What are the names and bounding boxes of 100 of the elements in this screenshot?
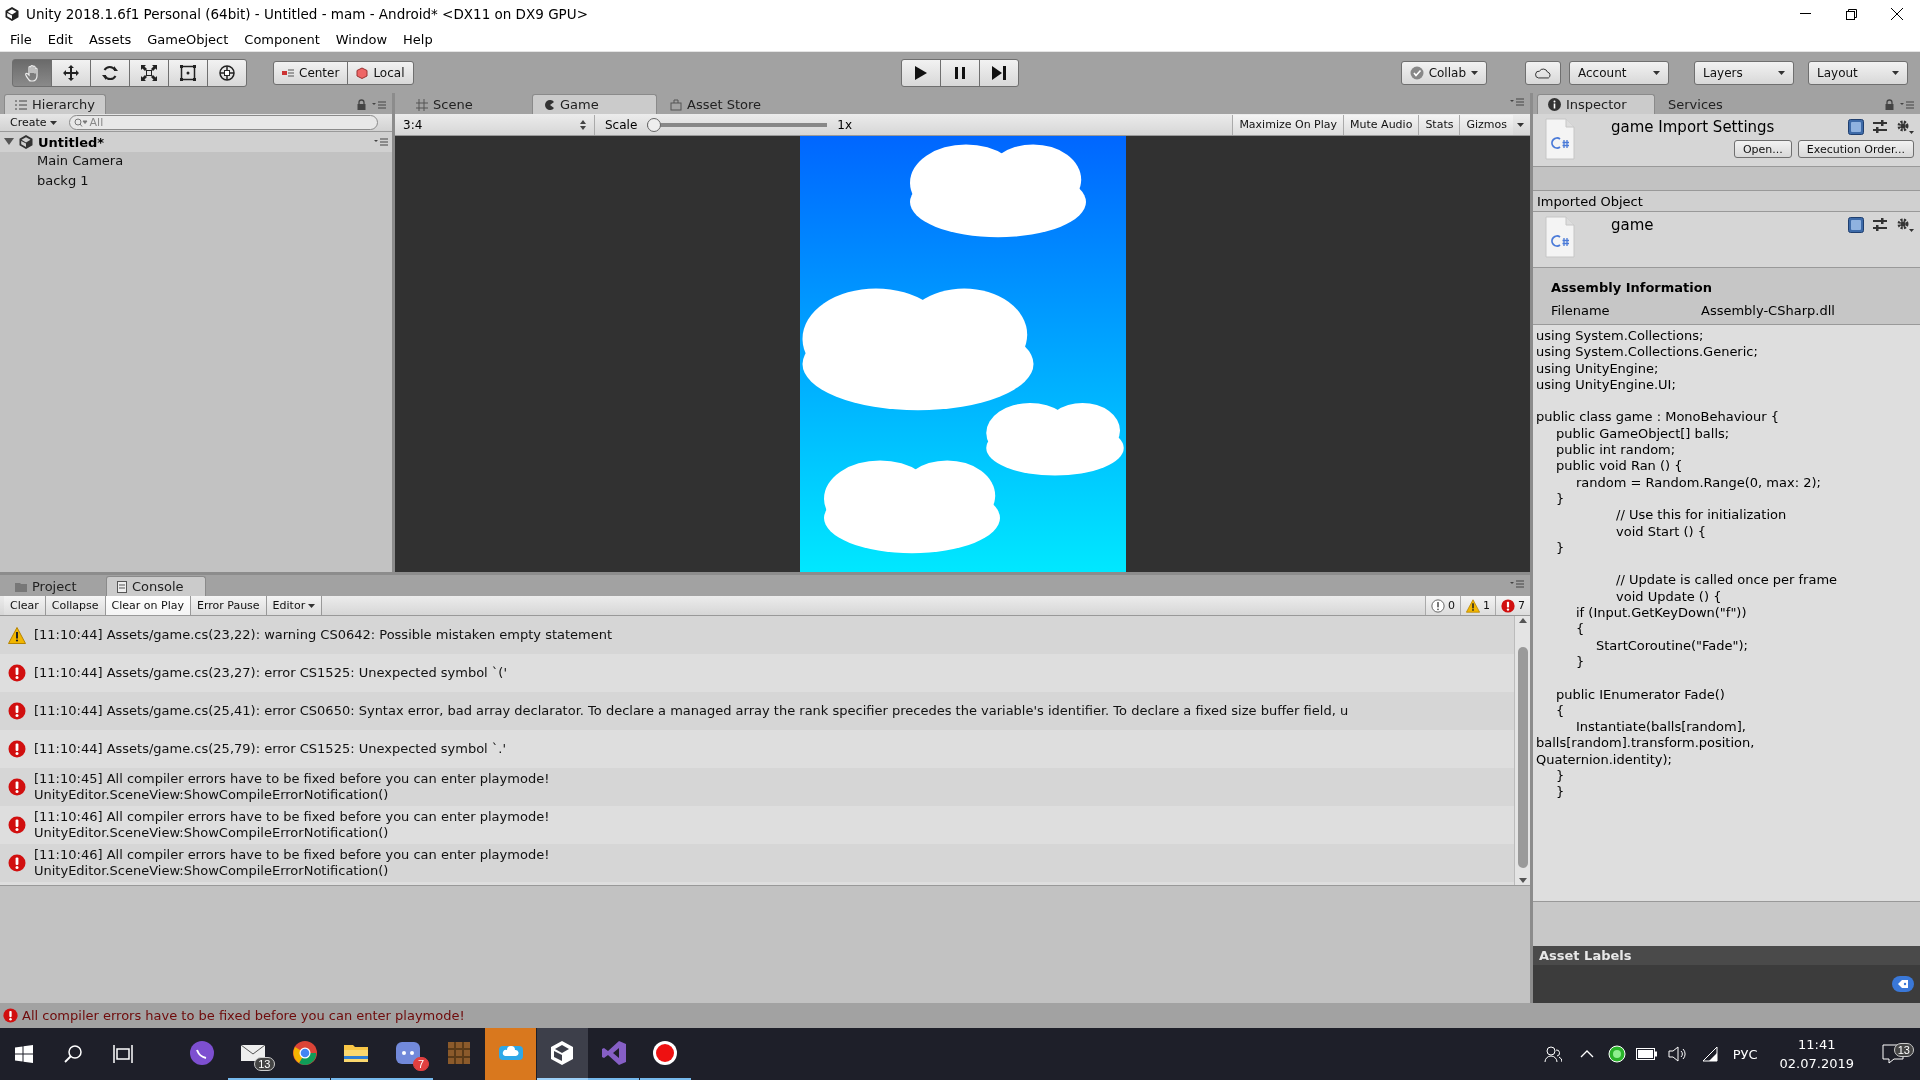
taskbar-app[interactable] — [536, 1028, 588, 1080]
foldout-arrow — [4, 137, 14, 147]
scale-tool-button[interactable] — [129, 58, 169, 87]
settings-icon[interactable] — [1896, 119, 1914, 135]
console-toggle[interactable]: Error Pause — [190, 596, 267, 615]
warning-icon — [1466, 598, 1480, 613]
view-toggle[interactable]: Maximize On Play — [1232, 114, 1344, 135]
error-icon — [8, 740, 26, 758]
tag-icon[interactable] — [1892, 976, 1914, 992]
scene-row[interactable]: Untitled* — [0, 132, 392, 152]
error-filter-toggle[interactable]: 7 — [1495, 596, 1530, 615]
console-toggle[interactable]: Clear on Play — [105, 596, 191, 615]
notifications-button[interactable]: 13 — [1866, 1043, 1920, 1065]
status-message: All compiler errors have to be fixed before you can enter playmode! — [22, 1008, 465, 1023]
lock-icon[interactable] — [1885, 99, 1894, 110]
section-header: Imported Object — [1533, 190, 1920, 212]
menu-item[interactable]: Component — [236, 30, 328, 49]
info-filter-toggle[interactable]: 0 — [1425, 596, 1460, 615]
help-icon[interactable] — [1848, 217, 1864, 233]
game-tab[interactable]: Game — [532, 94, 657, 114]
transform-tool-button[interactable] — [207, 58, 247, 87]
play-button[interactable] — [901, 58, 941, 87]
log-entry[interactable]: [11:10:46] All compiler errors have to be fixed before you can enter playmode! UnityEditor.SceneView:ShowCompileErrorNotification() — [0, 844, 1514, 882]
console-tab[interactable]: Console — [106, 576, 206, 596]
window-title: Unity 2018.1.6f1 Personal (64bit) - Untitled - mam - Android* <DX11 on DX9 GPU> — [26, 6, 588, 22]
view-toggle[interactable]: Mute Audio — [1343, 114, 1419, 135]
execution-order-button[interactable]: Execution Order... — [1797, 140, 1914, 158]
log-entry[interactable]: [11:10:44] Assets/game.cs(23,27): error CS1525: Unexpected symbol `(' — [0, 654, 1514, 692]
caret-icon — [1778, 70, 1785, 75]
hand-tool-button[interactable] — [12, 58, 52, 87]
log-entry[interactable]: [11:10:44] Assets/game.cs(23,22): warning CS0642: Possible mistaken empty statement — [0, 616, 1514, 654]
play-icon — [914, 64, 928, 81]
menu-item[interactable]: Window — [327, 30, 396, 49]
pivot-rotation-button[interactable]: Local — [347, 60, 414, 85]
menu-item[interactable]: File — [2, 30, 40, 49]
settings-icon[interactable] — [1896, 217, 1914, 233]
pivot-position-button[interactable]: Center — [273, 60, 349, 85]
move-tool-button[interactable] — [51, 58, 91, 87]
presets-icon[interactable] — [1872, 217, 1888, 233]
lock-icon[interactable] — [357, 99, 366, 110]
console-icon — [117, 580, 127, 593]
log-entry[interactable]: [11:10:44] Assets/game.cs(25,79): error CS1525: Unexpected symbol `.' — [0, 730, 1514, 768]
menu-item[interactable]: Assets — [80, 30, 140, 49]
menu-item[interactable]: Help — [395, 30, 441, 49]
presets-icon[interactable] — [1872, 119, 1888, 135]
code-line: using UnityEngine; — [1536, 360, 1660, 377]
open-button[interactable]: Open... — [1733, 140, 1792, 158]
scale-slider[interactable] — [647, 117, 828, 132]
scale-icon — [140, 63, 158, 82]
inspector-icon — [1548, 98, 1561, 111]
log-entry[interactable]: [11:10:45] All compiler errors have to be fixed before you can enter playmode! UnityEditor.SceneView:ShowCompileErrorNotification() — [0, 768, 1514, 806]
log-message: [11:10:46] All compiler errors have to be fixed before you can enter playmode! UnityEditor.SceneView:ShowCompileErrorNotification() — [34, 809, 550, 841]
info-icon — [1431, 598, 1445, 613]
log-entry[interactable] — [0, 692, 1514, 730]
code-line: StartCoroutine("Fade"); — [1595, 637, 1749, 654]
hierarchy-tab[interactable]: Hierarchy — [4, 94, 106, 114]
filename-label: Filename — [1551, 303, 1611, 318]
help-icon[interactable] — [1848, 119, 1864, 135]
inspector-tab[interactable]: Services — [1657, 94, 1775, 114]
error-icon — [8, 778, 26, 796]
view-toggle[interactable]: Stats — [1418, 114, 1460, 135]
code-line: random = Random.Range(0, max: 2); — [1575, 474, 1822, 491]
step-button[interactable] — [979, 58, 1019, 87]
error-icon — [1501, 598, 1515, 613]
scrollbar[interactable] — [1514, 616, 1530, 885]
clock[interactable]: 11:41 02.07.2019 — [1767, 1035, 1866, 1073]
log-entry[interactable]: [11:10:46] All compiler errors have to be fixed before you can enter playmode! UnityEditor.SceneView:ShowCompileErrorNotification() — [0, 806, 1514, 844]
code-line: // Update is called once per frame — [1615, 572, 1839, 589]
rotate-tool-button[interactable] — [90, 58, 130, 87]
taskbar-app[interactable]: 13 — [227, 1028, 279, 1080]
cloud-button[interactable] — [1525, 60, 1561, 85]
hierarchy-item[interactable]: backg 1 — [0, 172, 392, 192]
layers-dropdown[interactable]: Layers — [1694, 60, 1794, 85]
console-toggle[interactable]: Collapse — [45, 596, 106, 615]
account-dropdown[interactable]: Account — [1569, 60, 1669, 85]
menu-item[interactable]: Edit — [39, 30, 81, 49]
store-tab[interactable]: Asset Store — [659, 94, 799, 114]
inspector-tab[interactable]: Inspector — [1537, 94, 1655, 114]
warning-filter-toggle[interactable]: 1 — [1460, 596, 1495, 615]
project-tab[interactable]: Project — [4, 576, 104, 596]
create-dropdown[interactable]: Create — [4, 113, 63, 132]
language-indicator[interactable]: РУС — [1722, 1046, 1768, 1062]
code-line: void Start () { — [1615, 523, 1708, 540]
console-dropdown[interactable]: Editor — [266, 596, 323, 615]
caret-icon — [308, 603, 316, 608]
collab-button[interactable]: Collab — [1400, 60, 1487, 85]
layout-dropdown[interactable]: Layout — [1808, 60, 1908, 85]
clear-button[interactable]: Clear — [4, 596, 46, 615]
code-line: public void Ran () { — [1555, 458, 1684, 475]
aspect-dropdown[interactable]: 3:4 — [395, 114, 595, 135]
scene-tab[interactable]: Scene — [405, 94, 530, 114]
store-icon — [670, 98, 682, 111]
rect-tool-button[interactable] — [168, 58, 208, 87]
script-file-icon — [1543, 118, 1577, 160]
menu-item[interactable]: GameObject — [139, 30, 237, 49]
taskbar-app[interactable]: 7 — [382, 1028, 433, 1080]
pause-button[interactable] — [940, 58, 980, 87]
view-toggle[interactable]: Gizmos — [1459, 114, 1513, 135]
code-line: } — [1555, 768, 1566, 785]
hierarchy-item[interactable]: Main Camera — [0, 152, 392, 172]
